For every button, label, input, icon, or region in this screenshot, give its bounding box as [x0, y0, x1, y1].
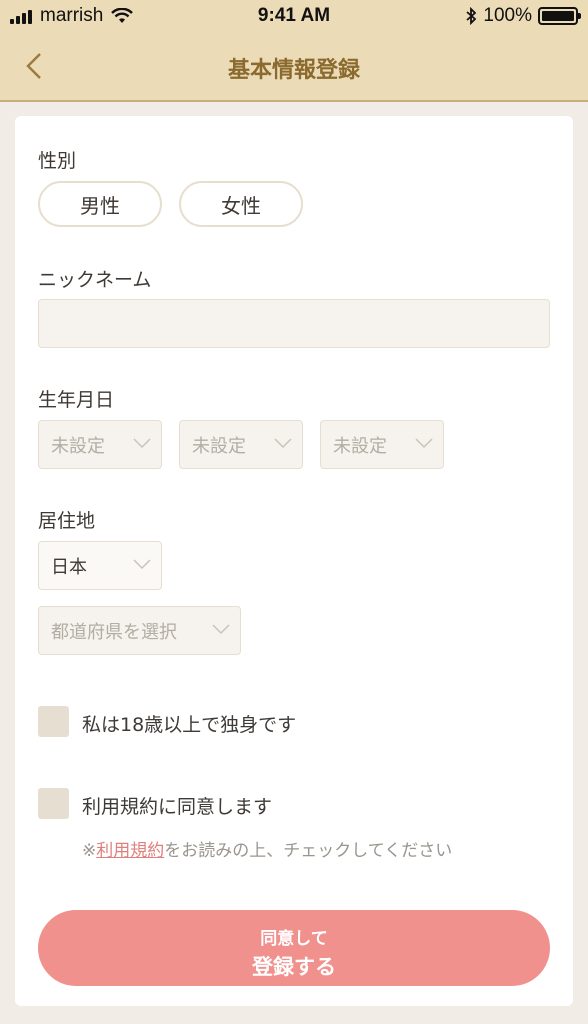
- register-button[interactable]: 同意して 登録する: [38, 910, 550, 986]
- battery-icon: [538, 7, 581, 25]
- gender-label: 性別: [38, 150, 77, 172]
- country-select[interactable]: 日本: [38, 541, 162, 590]
- birth-year-value: 未設定: [51, 435, 105, 457]
- residence-label: 居住地: [38, 510, 96, 532]
- chevron-down-icon: [212, 624, 230, 635]
- chevron-down-icon: [133, 559, 151, 570]
- chevron-down-icon: [274, 438, 292, 449]
- battery-percent: 100%: [483, 5, 532, 26]
- chevron-down-icon: [415, 438, 433, 449]
- registration-form: 性別 男性 女性 ニックネーム 生年月日 未設定 未設定 未設定 居住地 日本 …: [15, 116, 573, 1006]
- gender-female-button[interactable]: 女性: [179, 181, 303, 227]
- page-title: 基本情報登録: [227, 58, 360, 83]
- prefecture-select[interactable]: 都道府県を選択: [38, 606, 241, 655]
- nickname-input[interactable]: [38, 299, 550, 348]
- terms-checkbox-label: 利用規約に同意します: [82, 796, 273, 818]
- country-value: 日本: [51, 556, 87, 578]
- nav-bar: 基本情報登録: [0, 32, 588, 102]
- birth-year-select[interactable]: 未設定: [38, 420, 162, 469]
- birth-month-select[interactable]: 未設定: [179, 420, 303, 469]
- terms-checkbox[interactable]: [38, 788, 69, 819]
- status-bar: marrish 9:41 AM 100%: [0, 0, 588, 32]
- status-right: 100%: [465, 5, 581, 27]
- age-checkbox[interactable]: [38, 706, 69, 737]
- birth-month-value: 未設定: [192, 435, 246, 457]
- birth-day-value: 未設定: [333, 435, 387, 457]
- nickname-label: ニックネーム: [38, 269, 152, 291]
- gender-male-button[interactable]: 男性: [38, 181, 162, 227]
- birth-day-select[interactable]: 未設定: [320, 420, 444, 469]
- prefecture-value: 都道府県を選択: [51, 621, 177, 643]
- register-button-line2: 登録する: [252, 955, 336, 979]
- terms-note-prefix: ※: [82, 841, 97, 861]
- terms-note: ※利用規約をお読みの上、チェックしてください: [82, 836, 452, 861]
- birthday-label: 生年月日: [38, 389, 115, 411]
- bluetooth-icon: [466, 7, 477, 25]
- register-button-line1: 同意して: [260, 929, 328, 949]
- terms-link[interactable]: 利用規約: [96, 841, 164, 861]
- chevron-down-icon: [133, 438, 151, 449]
- age-checkbox-label: 私は18歳以上で独身です: [82, 714, 297, 736]
- terms-note-suffix: をお読みの上、チェックしてください: [164, 841, 453, 861]
